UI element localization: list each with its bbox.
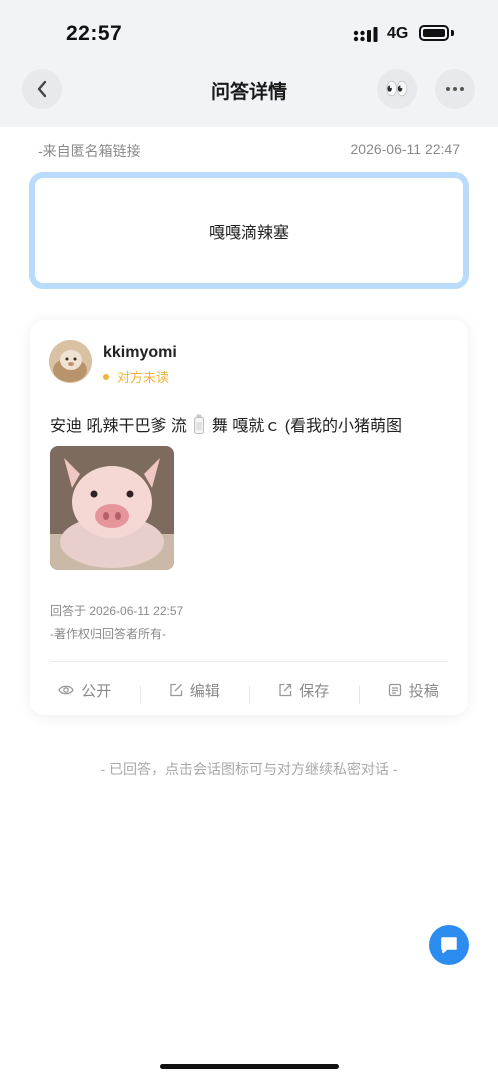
unread-dot-icon [103,373,109,380]
public-button[interactable]: 公开 [30,680,140,701]
answer-card: kkimyomi 对方未读 安迪 吼辣干巴爹 流 舞 嘎就ｃ (看我的小猪萌图 … [30,320,468,715]
read-status: 对方未读 [103,367,169,386]
home-indicator[interactable] [160,1064,339,1069]
answered-time: 回答于 2026-06-11 22:57 [50,604,184,618]
copyright-note: -著作权归回答者所有- [50,627,166,641]
avatar-image [49,340,92,383]
signal-icon [353,27,378,42]
export-icon [279,683,292,697]
answer-text: 安迪 吼辣干巴爹 流 舞 嘎就ｃ (看我的小猪萌图 [50,412,402,436]
footer-note: - 已回答，点击会话图标可与对方继续私密对话 - [100,761,398,777]
bottle-icon [194,414,205,434]
pig-photo[interactable] [50,446,174,570]
eyes-icon: 👀 [385,78,409,100]
answer-text-part-2: 舞 嘎就ｃ (看我的小猪萌图 [211,418,403,435]
submit-label: 投稿 [408,682,439,700]
top-area: 22:57 4G 问答详情 👀 [0,0,498,127]
more-icon [446,87,464,91]
pig-image [50,446,174,570]
question-date: 2026-06-11 22:47 [350,141,461,157]
save-label: 保存 [299,682,330,700]
chat-icon [441,937,457,954]
question-text: 嘎嘎滴辣塞 [208,224,289,242]
status-time: 22:57 [66,22,123,45]
chat-button[interactable] [429,925,469,965]
battery-icon [419,25,449,41]
username[interactable]: kkimyomi [103,344,177,362]
edit-button[interactable]: 编辑 [139,680,250,704]
question-source: -来自匿名箱链接 [38,143,141,159]
public-label: 公开 [81,682,112,700]
save-button[interactable]: 保存 [249,680,359,704]
answer-text-part-1: 安迪 吼辣干巴爹 流 [50,418,187,435]
avatar[interactable] [49,340,92,383]
eye-icon [58,685,74,695]
question-card: 嘎嘎滴辣塞 [29,172,469,289]
submit-icon [388,683,401,697]
action-bar: 公开 编辑 保存 投稿 [30,674,468,706]
page-title: 问答详情 [210,82,287,103]
submit-button[interactable]: 投稿 [358,680,469,704]
eyes-button[interactable]: 👀 [377,69,417,109]
more-button[interactable] [435,69,475,109]
read-status-label: 对方未读 [117,370,170,385]
battery-tip [451,30,454,36]
divider [50,661,448,662]
edit-label: 编辑 [189,682,220,700]
edit-icon [170,683,182,697]
network-type: 4G [387,25,409,42]
